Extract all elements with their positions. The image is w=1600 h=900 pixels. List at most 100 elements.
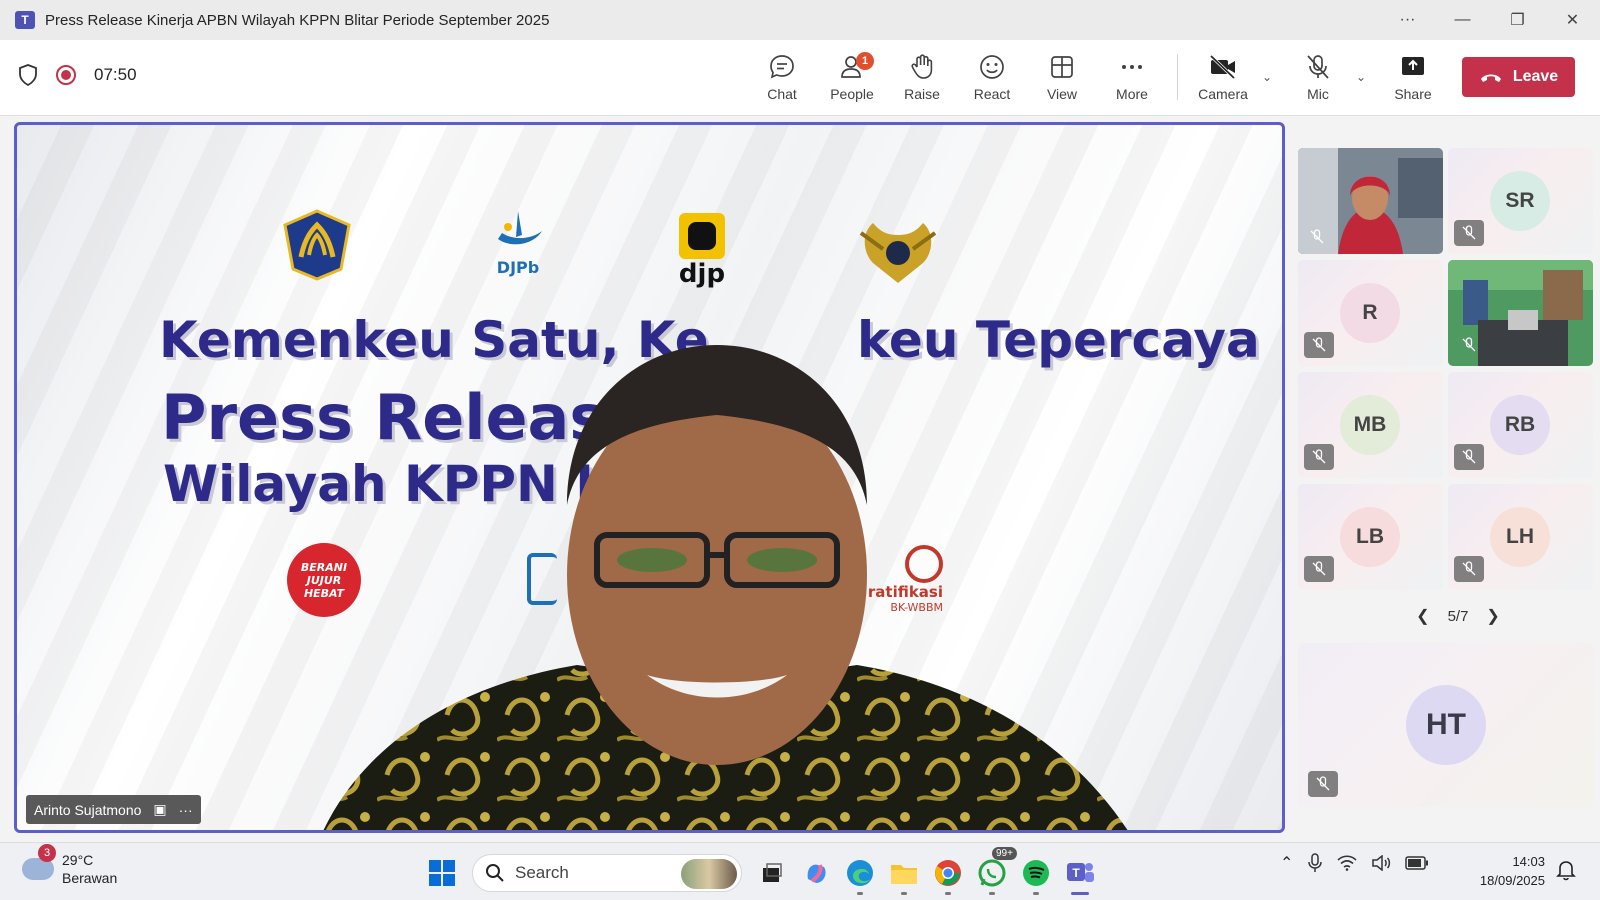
mic-button[interactable]: Mic: [1286, 50, 1350, 102]
wifi-icon[interactable]: [1337, 855, 1357, 871]
weather-widget[interactable]: 3 29°C Berawan: [22, 844, 118, 887]
more-options-icon[interactable]: ···: [1380, 0, 1435, 40]
taskbar-app-copilot[interactable]: [794, 851, 838, 895]
taskbar-app-chrome[interactable]: [926, 851, 970, 895]
participant-tile-video-2[interactable]: [1448, 260, 1593, 366]
camera-off-icon: [1209, 54, 1236, 80]
taskbar: 3 29°C Berawan Search 99+ T ⌃ 14:03 18/0…: [0, 842, 1600, 900]
close-button[interactable]: ✕: [1545, 0, 1600, 40]
whatsapp-icon: [978, 859, 1006, 887]
djpb-logo-text: DJPb: [496, 258, 540, 277]
djp-logo-text: djp: [678, 259, 726, 289]
system-clock[interactable]: 14:03 18/09/2025: [1465, 852, 1545, 890]
taskbar-app-teams[interactable]: T: [1058, 851, 1102, 895]
djp-square-icon: [679, 213, 725, 259]
meeting-timer: 07:50: [94, 65, 137, 84]
taskbar-app-task-view[interactable]: [750, 851, 794, 895]
teams-icon: T: [15, 11, 35, 29]
participant-tile-r[interactable]: R: [1298, 260, 1443, 366]
taskbar-app-whatsapp[interactable]: 99+: [970, 847, 1017, 895]
windows-icon: [429, 860, 455, 886]
emoji-icon: [980, 55, 1004, 79]
chevron-up-icon[interactable]: ⌃: [1280, 853, 1293, 873]
clock-date: 18/09/2025: [1479, 873, 1545, 888]
camera-button[interactable]: Camera: [1191, 50, 1255, 102]
speaker-name-tag: Arinto Sujatmono ▣ ···: [26, 795, 201, 824]
more-label: More: [1116, 86, 1148, 102]
weather-badge: 3: [38, 844, 56, 862]
participant-tile-lb[interactable]: LB: [1298, 484, 1443, 590]
mic-muted-icon: [1454, 556, 1484, 582]
clock-time: 14:03: [1512, 854, 1545, 869]
mic-muted-icon: [1304, 332, 1334, 358]
speaker-video: [323, 345, 1128, 830]
leave-label: Leave: [1512, 68, 1559, 85]
start-button[interactable]: [420, 851, 464, 895]
system-tray: ⌃: [1280, 853, 1429, 873]
view-button[interactable]: View: [1030, 50, 1094, 102]
people-button[interactable]: 1 People: [820, 50, 884, 102]
spotify-icon: [1023, 860, 1049, 886]
main-video-stage[interactable]: DJPb djp Kemenkeu Satu, Ke keu Tepercaya…: [14, 122, 1285, 833]
people-label: People: [830, 86, 874, 102]
participant-tile-sr[interactable]: SR: [1448, 148, 1593, 254]
chat-label: Chat: [767, 86, 797, 102]
share-icon: [1402, 57, 1424, 75]
avatar: LB: [1340, 507, 1400, 567]
taskbar-apps: Search 99+ T: [420, 847, 1102, 895]
participant-tile-ht[interactable]: HT: [1298, 643, 1594, 807]
search-placeholder: Search: [515, 863, 569, 882]
speaker-options-icon[interactable]: ···: [179, 802, 193, 818]
title-bar: T Press Release Kinerja APBN Wilayah KPP…: [0, 0, 1600, 40]
screen-share-icon: ▣: [153, 801, 167, 817]
djpb-swirl-icon: [498, 211, 542, 245]
page-indicator: 5/7: [1447, 607, 1469, 625]
people-badge: 1: [856, 52, 874, 70]
edge-icon: [847, 860, 873, 886]
kemenkeu-logo: [283, 209, 351, 281]
djp-logo: djp: [677, 213, 727, 289]
leave-button[interactable]: Leave: [1462, 57, 1575, 97]
weather-description: Berawan: [62, 870, 118, 886]
avatar: HT: [1406, 685, 1486, 765]
meeting-toolbar: 07:50 Chat 1 People Raise React View Mor…: [0, 40, 1600, 116]
battery-icon[interactable]: [1405, 856, 1429, 870]
task-view-icon: [763, 863, 782, 882]
notification-bell-icon[interactable]: [1556, 859, 1576, 881]
chat-button[interactable]: Chat: [750, 50, 814, 102]
recording-icon: [56, 65, 76, 85]
taskbar-app-edge[interactable]: [838, 851, 882, 895]
mic-off-icon: [1307, 55, 1329, 79]
avatar: RB: [1490, 395, 1550, 455]
more-button[interactable]: More: [1100, 50, 1164, 102]
minimize-button[interactable]: —: [1435, 0, 1490, 40]
taskbar-search[interactable]: Search: [472, 854, 742, 892]
taskbar-app-spotify[interactable]: [1014, 851, 1058, 895]
teams-app-icon: T: [1067, 863, 1094, 882]
restore-button[interactable]: ❐: [1490, 0, 1545, 40]
camera-options-chevron-icon[interactable]: ⌄: [1262, 70, 1272, 84]
next-page-icon[interactable]: ❯: [1486, 606, 1499, 626]
participant-tile-mb[interactable]: MB: [1298, 372, 1443, 478]
mic-options-chevron-icon[interactable]: ⌄: [1356, 70, 1366, 84]
mic-muted-icon: [1304, 444, 1334, 470]
microphone-icon[interactable]: [1307, 853, 1323, 873]
participant-tile-rb[interactable]: RB: [1448, 372, 1593, 478]
share-button[interactable]: Share: [1381, 50, 1445, 102]
shield-icon[interactable]: [18, 64, 38, 86]
meeting-status: 07:50: [18, 64, 137, 86]
djpb-logo: DJPb: [483, 209, 553, 277]
participant-tile-video-1[interactable]: [1298, 148, 1443, 254]
participant-tile-lh[interactable]: LH: [1448, 484, 1593, 590]
avatar: LH: [1490, 507, 1550, 567]
mic-muted-icon: [1302, 224, 1332, 250]
react-label: React: [973, 86, 1011, 102]
volume-icon[interactable]: [1371, 855, 1391, 871]
hand-icon: [911, 54, 933, 79]
taskbar-app-file-explorer[interactable]: [882, 851, 926, 895]
react-button[interactable]: React: [960, 50, 1024, 102]
mic-label: Mic: [1307, 86, 1329, 102]
view-label: View: [1046, 86, 1078, 102]
previous-page-icon[interactable]: ❮: [1416, 606, 1429, 626]
raise-hand-button[interactable]: Raise: [890, 50, 954, 102]
